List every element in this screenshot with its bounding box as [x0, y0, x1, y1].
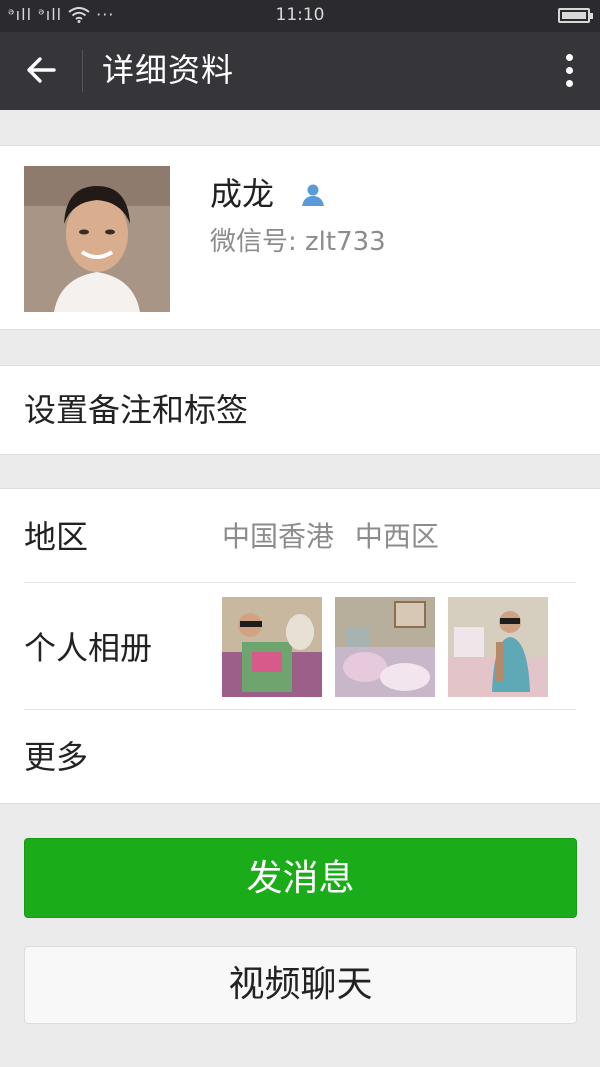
- title-divider: [82, 50, 83, 92]
- divider: [24, 582, 576, 583]
- status-time: 11:10: [275, 5, 325, 25]
- profile-card: 成龙 微信号: zlt733: [0, 145, 600, 330]
- more-vertical-icon[interactable]: [564, 54, 574, 90]
- battery-fill: [562, 12, 586, 19]
- send-message-button[interactable]: 发消息: [24, 838, 577, 918]
- divider: [24, 709, 576, 710]
- title-bar: 详细资料: [0, 32, 600, 110]
- album-photo[interactable]: [222, 597, 322, 697]
- region-value: 中国香港 中西区: [222, 520, 439, 553]
- album-photo[interactable]: [448, 597, 548, 697]
- remark-tag-label: 设置备注和标签: [24, 391, 249, 429]
- battery-icon: [558, 8, 593, 23]
- video-chat-button[interactable]: 视频聊天: [24, 946, 577, 1024]
- contact-person-icon: [302, 184, 324, 206]
- arrow-left-icon[interactable]: [24, 53, 58, 87]
- remark-tag-row[interactable]: 设置备注和标签: [0, 365, 600, 455]
- status-bar: ᵊıll ᵊıll ··· 11:10: [0, 0, 600, 32]
- profile-name: 成龙: [210, 175, 275, 213]
- album-label: 个人相册: [24, 629, 153, 667]
- album-photo[interactable]: [335, 597, 435, 697]
- more-row[interactable]: 更多: [24, 735, 88, 779]
- avatar[interactable]: [24, 166, 170, 312]
- region-label: 地区: [24, 518, 89, 556]
- wechat-id: 微信号: zlt733: [210, 227, 386, 257]
- page-title: 详细资料: [102, 51, 235, 89]
- details-group: 地区 中国香港 中西区 个人相册 更多: [0, 488, 600, 804]
